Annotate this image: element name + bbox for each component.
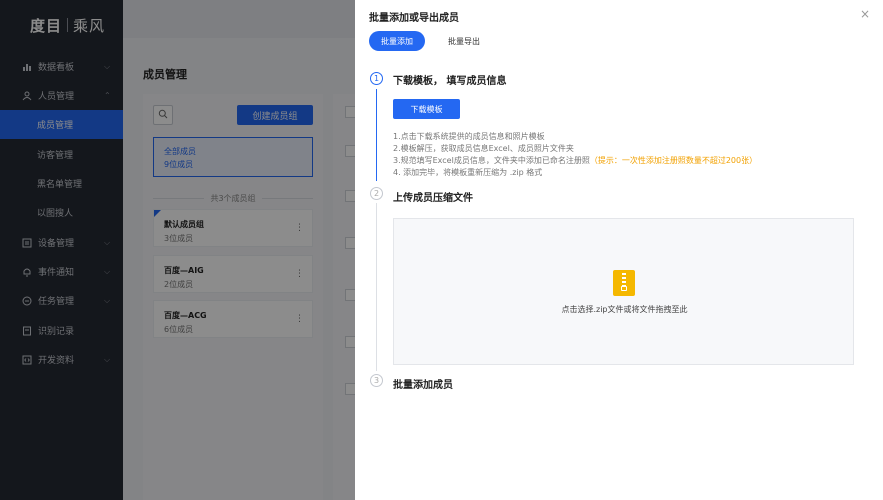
zipper <box>622 273 626 287</box>
batch-drawer: 批量添加或导出成员 × 批量添加 批量导出 1 下载模板， 填写成员信息 下载模… <box>355 0 883 500</box>
modal-overlay[interactable] <box>0 0 355 500</box>
upload-dropzone[interactable]: 点击选择.zip文件或将文件拖拽至此 <box>393 218 854 365</box>
instruction-line: 2.模板解压，获取成员信息Excel、成员照片文件夹 <box>393 144 574 153</box>
instruction-line: 4. 添加完毕，将模板重新压缩为 .zip 格式 <box>393 168 543 177</box>
step-number: 3 <box>370 374 383 387</box>
step-connector <box>376 203 377 371</box>
instruction-text: 3.规范填写Excel成员信息，文件夹中添加已命名注册照 <box>393 156 590 165</box>
zipper-pull <box>621 286 627 291</box>
instruction-line: 1.点击下载系统提供的成员信息和照片模板 <box>393 132 545 141</box>
tab-batch-add[interactable]: 批量添加 <box>369 31 425 51</box>
drawer-title: 批量添加或导出成员 <box>369 13 459 24</box>
step-number: 1 <box>370 72 383 85</box>
close-icon[interactable]: × <box>859 8 871 20</box>
zip-file-icon <box>613 270 635 296</box>
step-title: 下载模板， 填写成员信息 <box>393 76 507 87</box>
step-title: 上传成员压缩文件 <box>393 193 473 204</box>
step-number: 2 <box>370 187 383 200</box>
step-connector <box>376 89 377 181</box>
step-title: 批量添加成员 <box>393 380 453 391</box>
instruction-hint: （提示：一次性添加注册照数量不超过200张） <box>589 156 758 165</box>
tab-batch-export[interactable]: 批量导出 <box>439 31 489 51</box>
instruction-line: 3.规范填写Excel成员信息，文件夹中添加已命名注册照（提示：一次性添加注册照… <box>393 155 757 166</box>
download-template-button[interactable]: 下载模板 <box>393 99 460 119</box>
upload-hint: 点击选择.zip文件或将文件拖拽至此 <box>561 305 688 314</box>
